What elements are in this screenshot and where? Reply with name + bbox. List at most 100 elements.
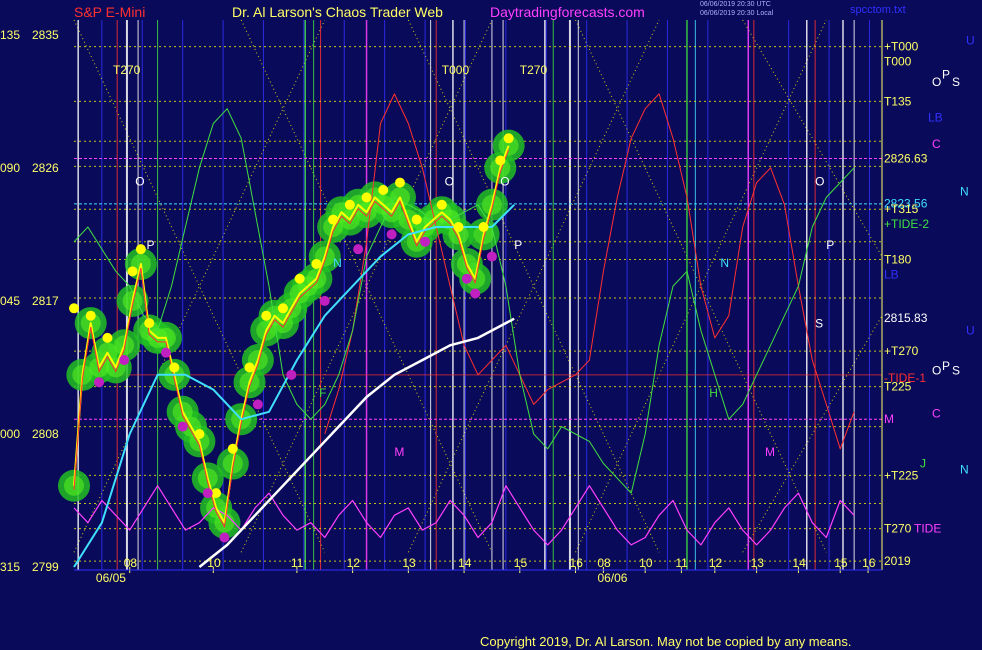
event-letter: M [394, 445, 404, 459]
far-right-label: S [952, 75, 960, 89]
flux-low-dot [202, 488, 213, 499]
flux-high-dot [227, 443, 238, 454]
x-tick-label: 12 [347, 556, 361, 570]
y-tick-degree: 090 [0, 161, 20, 175]
far-right-label: U [966, 323, 975, 337]
flux-high-dot [344, 199, 355, 210]
event-letter: F [319, 386, 326, 400]
flux-high-dot [69, 303, 79, 314]
event-letter: O [135, 175, 144, 189]
far-right-label: C [932, 137, 941, 151]
right-label: T270 [884, 522, 912, 536]
instrument-title: S&P E-Mini [74, 4, 146, 20]
flux-high-dot [194, 428, 205, 439]
right-label: T135 [884, 94, 912, 108]
far-right-label: C [932, 406, 941, 420]
flux-high-dot [244, 362, 255, 373]
far-right-label: S [952, 363, 960, 377]
right-label: +T315 [884, 202, 919, 216]
right-label: +T000 [884, 40, 919, 54]
x-tick-label: 10 [207, 556, 221, 570]
right-label: 2826.63 [884, 152, 928, 166]
right-label: T180 [884, 253, 912, 267]
event-letter: H [709, 386, 718, 400]
flux-high-dot [453, 221, 464, 232]
flux-high-dot [127, 266, 138, 277]
flux-high-dot [311, 258, 322, 269]
flux-high-dot [294, 273, 305, 284]
flux-high-dot [411, 214, 422, 225]
timestamp-utc: 06/06/2019 20:30 UTC [700, 1, 771, 8]
flux-high-dot [495, 155, 506, 166]
x-tick-label: 16 [862, 556, 876, 570]
top-label: T000 [442, 63, 470, 77]
flux-low-dot [319, 295, 330, 306]
flux-high-dot [102, 332, 113, 343]
flux-high-dot [478, 221, 489, 232]
x-tick-label: 13 [402, 556, 416, 570]
event-letter: M [765, 445, 775, 459]
y-tick-degree: 315 [0, 560, 20, 574]
x-tick-label: 08 [124, 556, 138, 570]
top-label: T270 [520, 63, 548, 77]
x-tick-label: 16 [570, 556, 584, 570]
x-tick-label: 10 [639, 556, 653, 570]
flux-low-dot [486, 251, 497, 262]
right-label: +T270 [884, 344, 919, 358]
x-date-label: 06/06 [597, 571, 627, 585]
flux-high-dot [261, 310, 272, 321]
x-tick-label: 14 [458, 556, 472, 570]
far-right-label: U [966, 34, 975, 48]
flux-high-dot [144, 318, 155, 329]
flux-high-dot [85, 310, 96, 321]
event-letter: O [500, 175, 509, 189]
flux-low-dot [420, 236, 431, 247]
event-letter: S [815, 317, 823, 331]
far-right-label: N [960, 185, 969, 199]
x-tick-label: 11 [291, 556, 304, 570]
right-label: 2019 [884, 554, 911, 568]
event-letter: O [445, 175, 454, 189]
chart-stage: { "header": { "instrument": "S&P E-Mini"… [0, 0, 982, 650]
flux-low-dot [353, 244, 364, 255]
far-right-label: LB [928, 111, 943, 125]
x-tick-label: 15 [834, 556, 848, 570]
y-tick-price: 2835 [32, 28, 59, 42]
flux-high-dot [135, 244, 146, 255]
y-tick-price: 2826 [32, 161, 59, 175]
right-label: T000 [884, 54, 912, 68]
flux-low-dot [219, 532, 230, 543]
y-tick-price: 2808 [32, 427, 59, 441]
event-letter: N [333, 256, 342, 270]
right-label: M [884, 412, 894, 426]
website-link[interactable]: Daytradingforecasts.com [490, 4, 645, 20]
right-label: TIDE [914, 522, 941, 536]
y-tick-price: 2817 [32, 294, 59, 308]
right-labels: +T000T000T1352826.632823.56+T315+TIDE-2T… [884, 34, 975, 568]
chart-svg: 135 2835 090 2826 045 2817 000 2808 315 2799 08 10… [0, 19, 975, 585]
flux-low-dot [286, 369, 297, 380]
far-right-label: P [942, 68, 950, 82]
right-label: +TIDE-2 [884, 217, 929, 231]
x-tick-label: 08 [597, 556, 611, 570]
flux-low-dot [252, 399, 263, 410]
right-label: 2815.83 [884, 311, 928, 325]
flux-high-dot [503, 133, 514, 144]
y-tick-degree: 045 [0, 294, 20, 308]
event-letter: O [815, 175, 824, 189]
far-right-label: N [960, 462, 969, 476]
far-right-label: O [932, 75, 941, 89]
top-label: T270 [113, 63, 141, 77]
x-tick-label: 13 [751, 556, 765, 570]
right-label: T225 [884, 380, 912, 394]
event-letter: N [720, 256, 729, 270]
flux-high-dot [277, 303, 288, 314]
flux-low-dot [470, 288, 481, 299]
flux-high-dot [328, 214, 339, 225]
flux-high-dot [378, 185, 389, 196]
x-tick-label: 11 [675, 556, 688, 570]
flux-high-dot [361, 192, 372, 203]
y-tick-degree: 135 [0, 28, 20, 42]
far-right-label: P [942, 359, 950, 373]
flux-low-dot [119, 355, 130, 366]
